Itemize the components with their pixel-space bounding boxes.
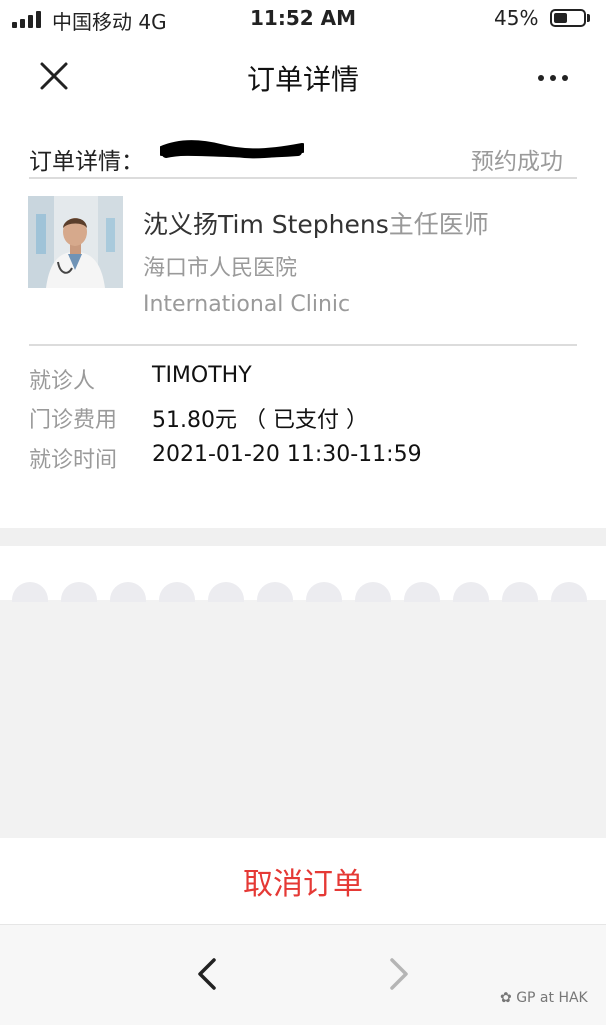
visit-time-value: 2021-01-20 11:30-11:59 — [152, 442, 422, 467]
hospital-name: 海口市人民医院 — [143, 256, 298, 281]
fee-value: 51.80元 （ 已支付 ） — [152, 408, 368, 433]
doctor-name-text: 沈义扬Tim Stephens — [143, 210, 389, 239]
divider — [29, 177, 577, 179]
section-separator — [0, 528, 606, 546]
doctor-avatar — [28, 196, 123, 288]
page-title: 订单详情 — [246, 63, 359, 96]
clinic-name: International Clinic — [143, 292, 351, 317]
patient-value: TIMOTHY — [152, 363, 252, 388]
battery-tip — [587, 14, 590, 22]
battery-icon — [550, 9, 586, 27]
visit-time-label: 就诊时间 — [29, 448, 118, 473]
divider — [29, 344, 577, 346]
status-bar: 中国移动 4G 11:52 AM 45% — [0, 0, 606, 38]
order-number-label: 订单详情： — [29, 149, 144, 175]
watermark-text: GP at HAK — [516, 990, 588, 1006]
chevron-right-icon[interactable] — [376, 944, 420, 1004]
watermark: ✿ GP at HAK — [500, 990, 588, 1006]
empty-area — [0, 600, 606, 838]
doctor-name: 沈义扬Tim Stephens主任医师 — [143, 205, 489, 241]
order-status: 预约成功 — [471, 149, 563, 175]
wechat-icon: ✿ — [500, 990, 517, 1006]
chevron-left-icon[interactable] — [186, 944, 230, 1004]
order-number-redacted — [157, 140, 307, 162]
patient-label: 就诊人 — [29, 369, 96, 394]
browser-toolbar — [0, 924, 606, 1025]
cancel-order-button[interactable]: 取消订单 — [0, 838, 606, 924]
more-dots-icon[interactable] — [528, 60, 578, 96]
fee-label: 门诊费用 — [29, 408, 118, 433]
doctor-title: 主任医师 — [388, 210, 489, 239]
battery-percent: 45% — [494, 6, 539, 30]
ticket-scallops — [12, 582, 587, 602]
